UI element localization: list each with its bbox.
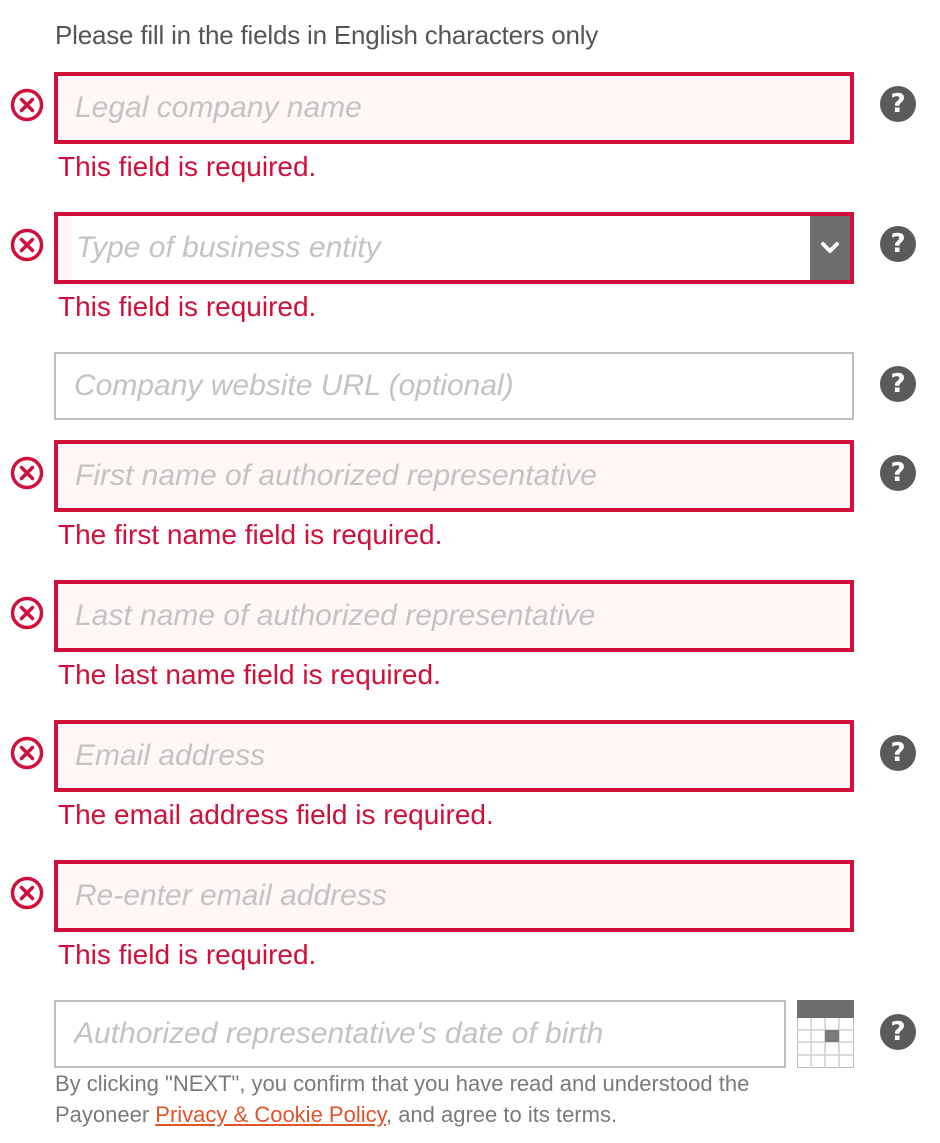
date-of-birth-field[interactable] (54, 1000, 786, 1068)
error-icon (10, 596, 44, 630)
question-mark-icon[interactable]: ? (880, 366, 916, 402)
email-field[interactable] (54, 720, 854, 792)
first-name-input[interactable] (58, 444, 850, 508)
error-icon (10, 736, 44, 770)
email-input[interactable] (58, 724, 850, 788)
date-of-birth-input[interactable] (56, 1002, 784, 1066)
chevron-down-icon (821, 242, 839, 253)
question-mark-icon[interactable]: ? (880, 86, 916, 122)
consent-text: By clicking "NEXT", you confirm that you… (55, 1068, 815, 1130)
question-mark-icon[interactable]: ? (880, 226, 916, 262)
dropdown-toggle[interactable] (810, 216, 850, 280)
company-website-field[interactable] (54, 352, 854, 420)
question-mark-icon[interactable]: ? (880, 455, 916, 491)
select-value-area (72, 216, 810, 280)
last-name-input[interactable] (58, 584, 850, 648)
error-icon (10, 456, 44, 490)
email-confirm-input[interactable] (58, 864, 850, 928)
legal-company-name-field[interactable] (54, 72, 854, 144)
error-icon (10, 228, 44, 262)
business-entity-select[interactable] (54, 212, 854, 284)
email-confirm-field[interactable] (54, 860, 854, 932)
legal-company-name-input[interactable] (58, 76, 850, 140)
error-icon (10, 88, 44, 122)
form-instruction: Please fill in the fields in English cha… (55, 20, 599, 50)
legal-company-name-error: This field is required. (58, 151, 317, 182)
privacy-cookie-policy-link[interactable]: Privacy & Cookie Policy (155, 1102, 386, 1127)
error-icon (10, 876, 44, 910)
company-website-input[interactable] (56, 354, 852, 418)
question-mark-icon[interactable]: ? (880, 735, 916, 771)
business-entity-error: This field is required. (58, 291, 317, 322)
business-entity-display[interactable] (72, 216, 810, 280)
calendar-icon[interactable] (797, 1000, 854, 1068)
last-name-error: The last name field is required. (58, 659, 441, 690)
question-mark-icon[interactable]: ? (880, 1014, 916, 1050)
email-error: The email address field is required. (58, 799, 494, 830)
email-confirm-error: This field is required. (58, 939, 317, 970)
first-name-field[interactable] (54, 440, 854, 512)
consent-suffix: , and agree to its terms. (385, 1102, 618, 1127)
last-name-field[interactable] (54, 580, 854, 652)
first-name-error: The first name field is required. (58, 519, 443, 550)
